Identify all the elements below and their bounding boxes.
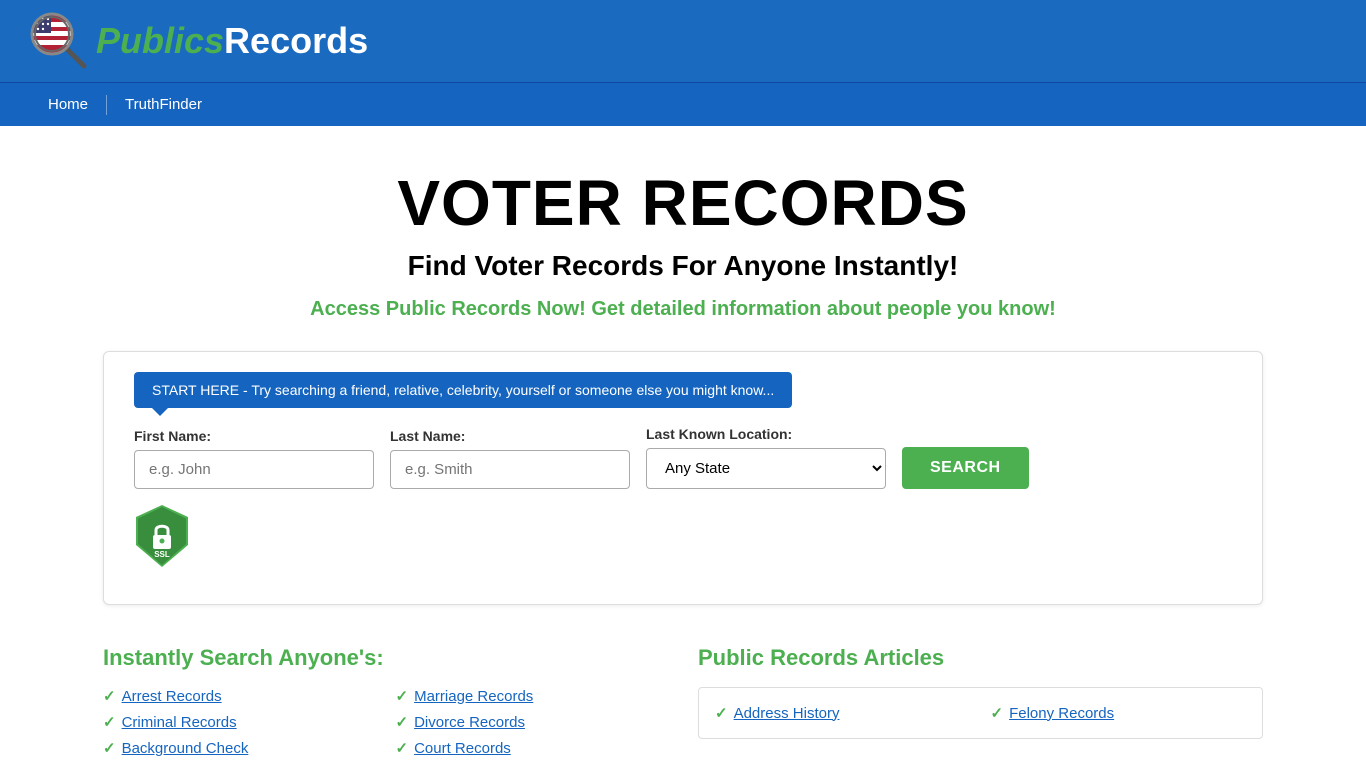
last-name-input[interactable] bbox=[390, 450, 630, 489]
felony-records-link[interactable]: Felony Records bbox=[1009, 705, 1114, 722]
list-item-arrest: Arrest Records bbox=[103, 687, 376, 705]
site-header: PublicsRecords bbox=[0, 0, 1366, 82]
svg-text:SSL: SSL bbox=[154, 550, 170, 559]
page-title: VOTER RECORDS bbox=[103, 166, 1263, 240]
logo-text: PublicsRecords bbox=[96, 20, 368, 62]
article-felony: Felony Records bbox=[991, 704, 1247, 722]
address-history-link[interactable]: Address History bbox=[734, 705, 840, 722]
last-name-label: Last Name: bbox=[390, 428, 630, 444]
background-check-link[interactable]: Background Check bbox=[122, 740, 249, 757]
state-select[interactable]: Any StateAlabamaAlaskaArizonaArkansasCal… bbox=[646, 448, 886, 489]
list-item-criminal: Criminal Records bbox=[103, 713, 376, 731]
first-name-input[interactable] bbox=[134, 450, 374, 489]
list-item-divorce: Divorce Records bbox=[396, 713, 669, 731]
articles-heading: Public Records Articles bbox=[698, 645, 1263, 671]
page-subtitle: Find Voter Records For Anyone Instantly! bbox=[103, 250, 1263, 282]
divorce-records-link[interactable]: Divorce Records bbox=[414, 714, 525, 731]
logo-publics-text: Publics bbox=[96, 20, 224, 61]
page-tagline: Access Public Records Now! Get detailed … bbox=[103, 298, 1263, 321]
court-records-link[interactable]: Court Records bbox=[414, 740, 511, 757]
first-name-group: First Name: bbox=[134, 428, 374, 489]
search-container: START HERE - Try searching a friend, rel… bbox=[103, 351, 1263, 605]
search-hint: START HERE - Try searching a friend, rel… bbox=[134, 372, 792, 408]
record-list: Arrest Records Marriage Records Criminal… bbox=[103, 687, 668, 757]
articles-section: Public Records Articles Address History … bbox=[698, 645, 1263, 757]
first-name-label: First Name: bbox=[134, 428, 374, 444]
criminal-records-link[interactable]: Criminal Records bbox=[122, 714, 237, 731]
article-address-history: Address History bbox=[715, 704, 971, 722]
search-fields: First Name: Last Name: Last Known Locati… bbox=[134, 426, 1232, 489]
articles-list: Address History Felony Records bbox=[715, 704, 1246, 722]
marriage-records-link[interactable]: Marriage Records bbox=[414, 688, 533, 705]
arrest-records-link[interactable]: Arrest Records bbox=[122, 688, 222, 705]
main-nav: Home TruthFinder bbox=[0, 82, 1366, 126]
ssl-container: SSL bbox=[134, 503, 1232, 574]
instantly-search-heading: Instantly Search Anyone's: bbox=[103, 645, 668, 671]
main-content: VOTER RECORDS Find Voter Records For Any… bbox=[83, 126, 1283, 777]
nav-truthfinder[interactable]: TruthFinder bbox=[107, 83, 220, 127]
list-item-background: Background Check bbox=[103, 739, 376, 757]
list-item-marriage: Marriage Records bbox=[396, 687, 669, 705]
location-group: Last Known Location: Any StateAlabamaAla… bbox=[646, 426, 886, 489]
instantly-search-section: Instantly Search Anyone's: Arrest Record… bbox=[103, 645, 668, 757]
nav-home[interactable]: Home bbox=[30, 83, 106, 127]
search-button[interactable]: SEARCH bbox=[902, 447, 1029, 489]
logo-icon bbox=[30, 12, 88, 70]
last-name-group: Last Name: bbox=[390, 428, 630, 489]
ssl-badge: SSL bbox=[134, 503, 190, 569]
logo-records-text: Records bbox=[224, 20, 368, 61]
bottom-sections: Instantly Search Anyone's: Arrest Record… bbox=[103, 645, 1263, 757]
logo[interactable]: PublicsRecords bbox=[30, 12, 368, 70]
list-item-court: Court Records bbox=[396, 739, 669, 757]
articles-box: Address History Felony Records bbox=[698, 687, 1263, 739]
location-label: Last Known Location: bbox=[646, 426, 886, 442]
